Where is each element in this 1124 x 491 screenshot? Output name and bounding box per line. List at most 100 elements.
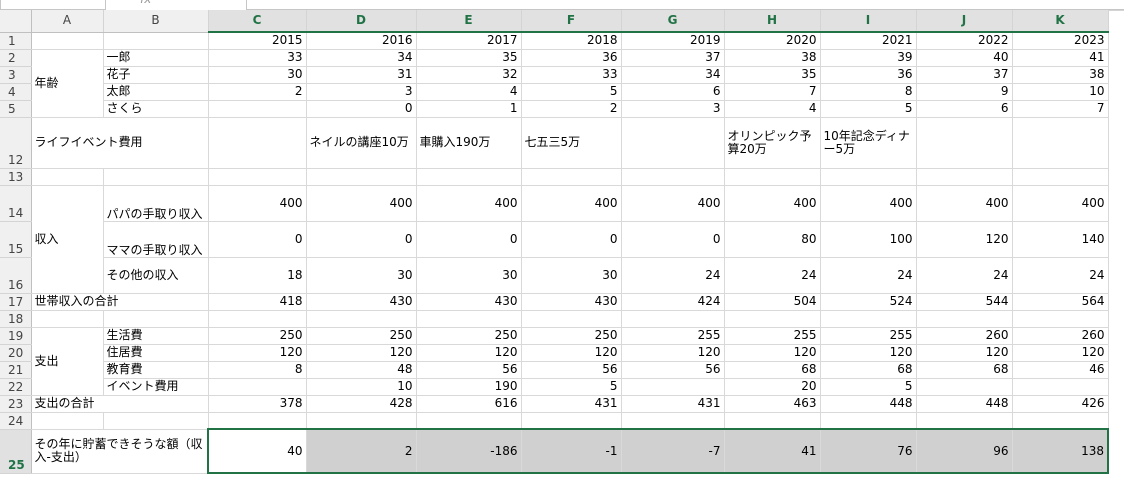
year-cell[interactable]: 2017 [416, 32, 522, 50]
age-cell[interactable]: 31 [306, 66, 417, 84]
event-cell[interactable]: 七五三5万 [521, 117, 622, 169]
column-header-k[interactable]: K [1012, 10, 1109, 33]
cell[interactable] [521, 412, 622, 430]
year-cell[interactable]: 2015 [208, 32, 307, 50]
cell[interactable] [916, 412, 1013, 430]
cell[interactable] [31, 168, 104, 186]
name-cell[interactable]: さくら [103, 100, 209, 118]
income-cell[interactable]: 0 [521, 221, 622, 258]
expense-cell[interactable]: 255 [621, 327, 725, 345]
expense-cell[interactable]: 120 [724, 344, 821, 362]
age-cell[interactable] [208, 100, 307, 118]
total-expense-cell[interactable]: 431 [521, 395, 622, 413]
select-all-corner[interactable] [0, 10, 32, 33]
income-cell[interactable]: 400 [724, 185, 821, 222]
total-expense-label[interactable]: 支出の合計 [31, 395, 209, 413]
age-cell[interactable]: 3 [621, 100, 725, 118]
expense-cell[interactable]: 5 [521, 378, 622, 396]
income-cell[interactable]: 400 [306, 185, 417, 222]
expense-cell[interactable] [208, 378, 307, 396]
row-header[interactable]: 20 [0, 344, 32, 362]
cell[interactable] [306, 412, 417, 430]
total-expense-cell[interactable]: 616 [416, 395, 522, 413]
cell[interactable] [820, 412, 917, 430]
name-cell[interactable]: 一郎 [103, 49, 209, 67]
income-cell[interactable]: 100 [820, 221, 917, 258]
age-cell[interactable]: 7 [1012, 100, 1109, 118]
age-cell[interactable]: 3 [306, 83, 417, 101]
row-header[interactable]: 5 [0, 100, 32, 118]
income-cell[interactable]: 24 [724, 257, 821, 294]
name-cell[interactable]: 生活費 [103, 327, 209, 345]
age-cell[interactable]: 6 [916, 100, 1013, 118]
cell[interactable] [621, 168, 725, 186]
income-cell[interactable]: 24 [820, 257, 917, 294]
expense-cell[interactable]: 190 [416, 378, 522, 396]
age-cell[interactable]: 36 [521, 49, 622, 67]
age-cell[interactable]: 4 [416, 83, 522, 101]
savings-cell[interactable]: -7 [621, 428, 725, 474]
age-cell[interactable]: 1 [416, 100, 522, 118]
column-header-c[interactable]: C [208, 10, 307, 33]
year-cell[interactable]: 2019 [621, 32, 725, 50]
savings-cell[interactable]: 41 [724, 428, 821, 474]
year-cell[interactable]: 2016 [306, 32, 417, 50]
income-cell[interactable]: 400 [820, 185, 917, 222]
row-header[interactable]: 2 [0, 49, 32, 67]
income-cell[interactable]: 400 [208, 185, 307, 222]
age-cell[interactable]: 2 [521, 100, 622, 118]
column-header-h[interactable]: H [724, 10, 821, 33]
expense-cell[interactable]: 10 [306, 378, 417, 396]
name-cell[interactable]: 住居費 [103, 344, 209, 362]
expense-cell[interactable]: 20 [724, 378, 821, 396]
column-header-e[interactable]: E [416, 10, 522, 33]
age-cell[interactable]: 2 [208, 83, 307, 101]
expense-cell[interactable]: 68 [724, 361, 821, 379]
income-cell[interactable]: 0 [306, 221, 417, 258]
cell[interactable] [208, 168, 307, 186]
event-cell[interactable]: 10年記念ディナー5万 [820, 117, 917, 169]
age-cell[interactable]: 35 [416, 49, 522, 67]
row-header[interactable]: 15 [0, 221, 32, 258]
income-cell[interactable]: 24 [1012, 257, 1109, 294]
column-header-f[interactable]: F [521, 10, 622, 33]
expense-cell[interactable]: 250 [521, 327, 622, 345]
row-header[interactable]: 22 [0, 378, 32, 396]
income-cell[interactable]: 0 [621, 221, 725, 258]
formula-input[interactable] [246, 0, 1124, 10]
expense-cell[interactable]: 68 [820, 361, 917, 379]
age-cell[interactable]: 35 [724, 66, 821, 84]
expense-cell[interactable]: 120 [916, 344, 1013, 362]
expense-cell[interactable]: 68 [916, 361, 1013, 379]
expense-cell[interactable]: 48 [306, 361, 417, 379]
cell[interactable] [31, 32, 104, 50]
expense-cell[interactable]: 120 [820, 344, 917, 362]
cell[interactable] [621, 310, 725, 328]
savings-cell[interactable]: 76 [820, 428, 917, 474]
expense-cell[interactable]: 120 [521, 344, 622, 362]
savings-cell[interactable]: -186 [416, 428, 522, 474]
column-header-g[interactable]: G [621, 10, 725, 33]
age-cell[interactable]: 10 [1012, 83, 1109, 101]
column-header-i[interactable]: I [820, 10, 917, 33]
expense-cell[interactable]: 260 [1012, 327, 1109, 345]
total-income-cell[interactable]: 544 [916, 293, 1013, 311]
income-cell[interactable]: 24 [621, 257, 725, 294]
expense-cell[interactable]: 250 [306, 327, 417, 345]
total-income-cell[interactable]: 424 [621, 293, 725, 311]
savings-cell[interactable]: 138 [1012, 428, 1109, 474]
cell[interactable] [103, 412, 209, 430]
income-cell[interactable]: 24 [916, 257, 1013, 294]
income-cell[interactable]: 30 [416, 257, 522, 294]
name-cell[interactable]: 太郎 [103, 83, 209, 101]
expense-cell[interactable] [621, 378, 725, 396]
column-header-d[interactable]: D [306, 10, 417, 33]
cell[interactable] [208, 310, 307, 328]
income-section-label[interactable]: 収入 [31, 185, 104, 294]
income-cell[interactable]: 400 [416, 185, 522, 222]
row-header[interactable]: 18 [0, 310, 32, 328]
life-event-label[interactable]: ライフイベント費用 [31, 117, 209, 169]
expense-cell[interactable]: 120 [208, 344, 307, 362]
income-cell[interactable]: 400 [1012, 185, 1109, 222]
year-cell[interactable]: 2018 [521, 32, 622, 50]
